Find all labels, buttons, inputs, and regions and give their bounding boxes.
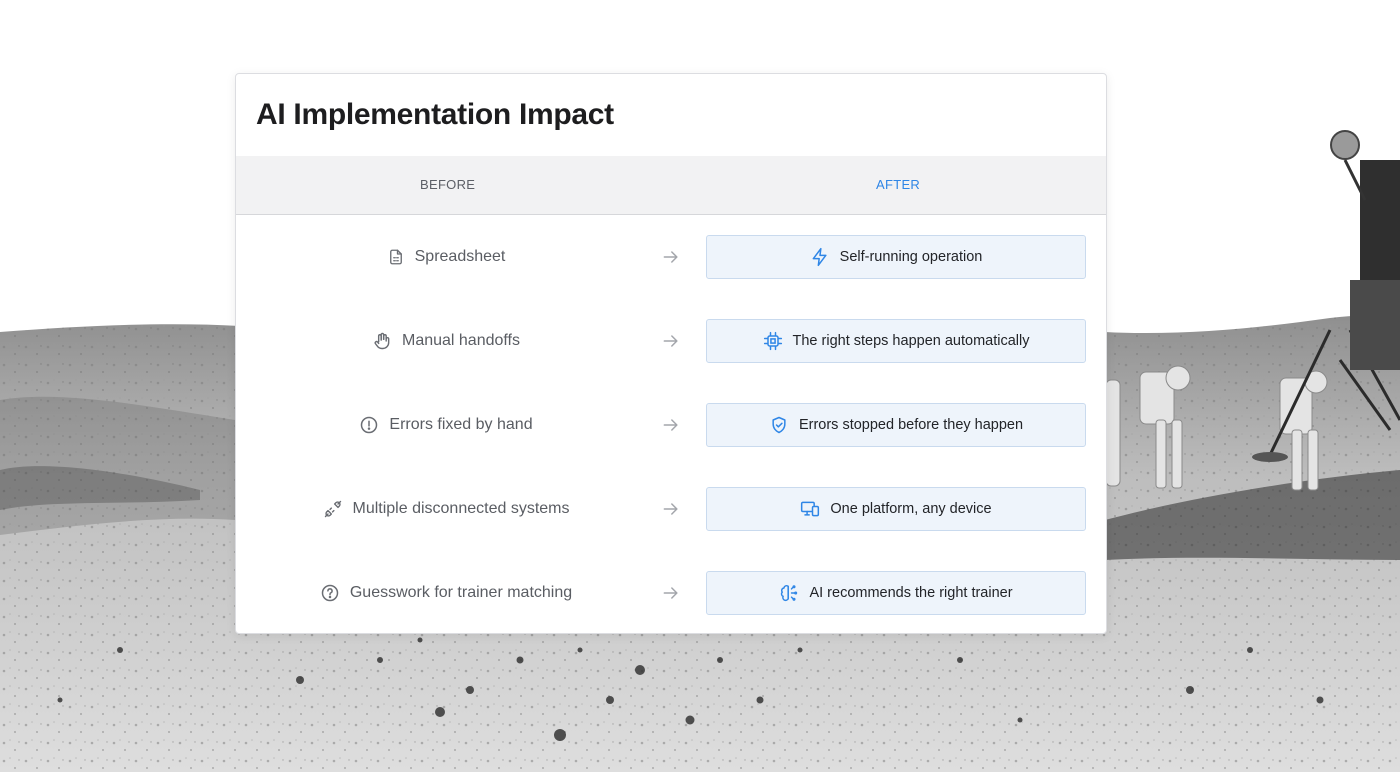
- before-item: Guesswork for trainer matching: [236, 551, 656, 633]
- after-item: AI recommends the right trainer: [706, 571, 1086, 615]
- brain-icon: [779, 583, 799, 603]
- before-item: Spreadsheet: [236, 215, 656, 299]
- after-label: Self-running operation: [839, 249, 983, 265]
- lightning-icon: [810, 247, 830, 267]
- before-label: Multiple disconnected systems: [352, 500, 570, 517]
- before-label: Errors fixed by hand: [389, 416, 533, 433]
- impact-card: AI Implementation Impact BEFORE AFTER Sp…: [235, 73, 1107, 634]
- after-item: Self-running operation: [706, 235, 1086, 279]
- arrow-right-icon: [661, 499, 681, 519]
- comparison-row: Multiple disconnected systems One platfo…: [236, 467, 1106, 551]
- before-item: Errors fixed by hand: [236, 383, 656, 467]
- before-label: Spreadsheet: [414, 248, 506, 265]
- devices-icon: [800, 499, 820, 519]
- card-title: AI Implementation Impact: [256, 98, 614, 131]
- comparison-row: Guesswork for trainer matching AI recomm…: [236, 551, 1106, 633]
- alert-circle-icon: [359, 415, 379, 435]
- chip-icon: [763, 331, 783, 351]
- after-column-header: AFTER: [876, 177, 921, 192]
- after-item: Errors stopped before they happen: [706, 403, 1086, 447]
- before-item: Multiple disconnected systems: [236, 467, 656, 551]
- arrow-right-icon: [661, 331, 681, 351]
- before-label: Manual handoffs: [401, 332, 520, 349]
- before-item: Manual handoffs: [236, 299, 656, 383]
- after-label: Errors stopped before they happen: [798, 417, 1024, 433]
- arrow-right-icon: [661, 583, 681, 603]
- shield-check-icon: [769, 415, 789, 435]
- question-circle-icon: [320, 583, 340, 603]
- after-item: One platform, any device: [706, 487, 1086, 531]
- before-label: Guesswork for trainer matching: [349, 584, 573, 601]
- comparison-row: Errors fixed by hand Errors stopped befo…: [236, 383, 1106, 467]
- arrow-right-icon: [661, 415, 681, 435]
- comparison-rows: Spreadsheet Self-running operation Manua…: [236, 215, 1106, 633]
- before-column-header: BEFORE: [420, 177, 476, 192]
- after-label: The right steps happen automatically: [792, 333, 1030, 349]
- comparison-row: Manual handoffs The right steps happen a…: [236, 299, 1106, 383]
- after-label: One platform, any device: [830, 501, 992, 517]
- hand-icon: [372, 331, 392, 351]
- arrow-right-icon: [661, 247, 681, 267]
- spreadsheet-icon: [387, 248, 405, 266]
- disconnected-plug-icon: [323, 499, 343, 519]
- after-label: AI recommends the right trainer: [809, 585, 1013, 601]
- column-header-bar: BEFORE AFTER: [236, 156, 1106, 215]
- comparison-row: Spreadsheet Self-running operation: [236, 215, 1106, 299]
- after-item: The right steps happen automatically: [706, 319, 1086, 363]
